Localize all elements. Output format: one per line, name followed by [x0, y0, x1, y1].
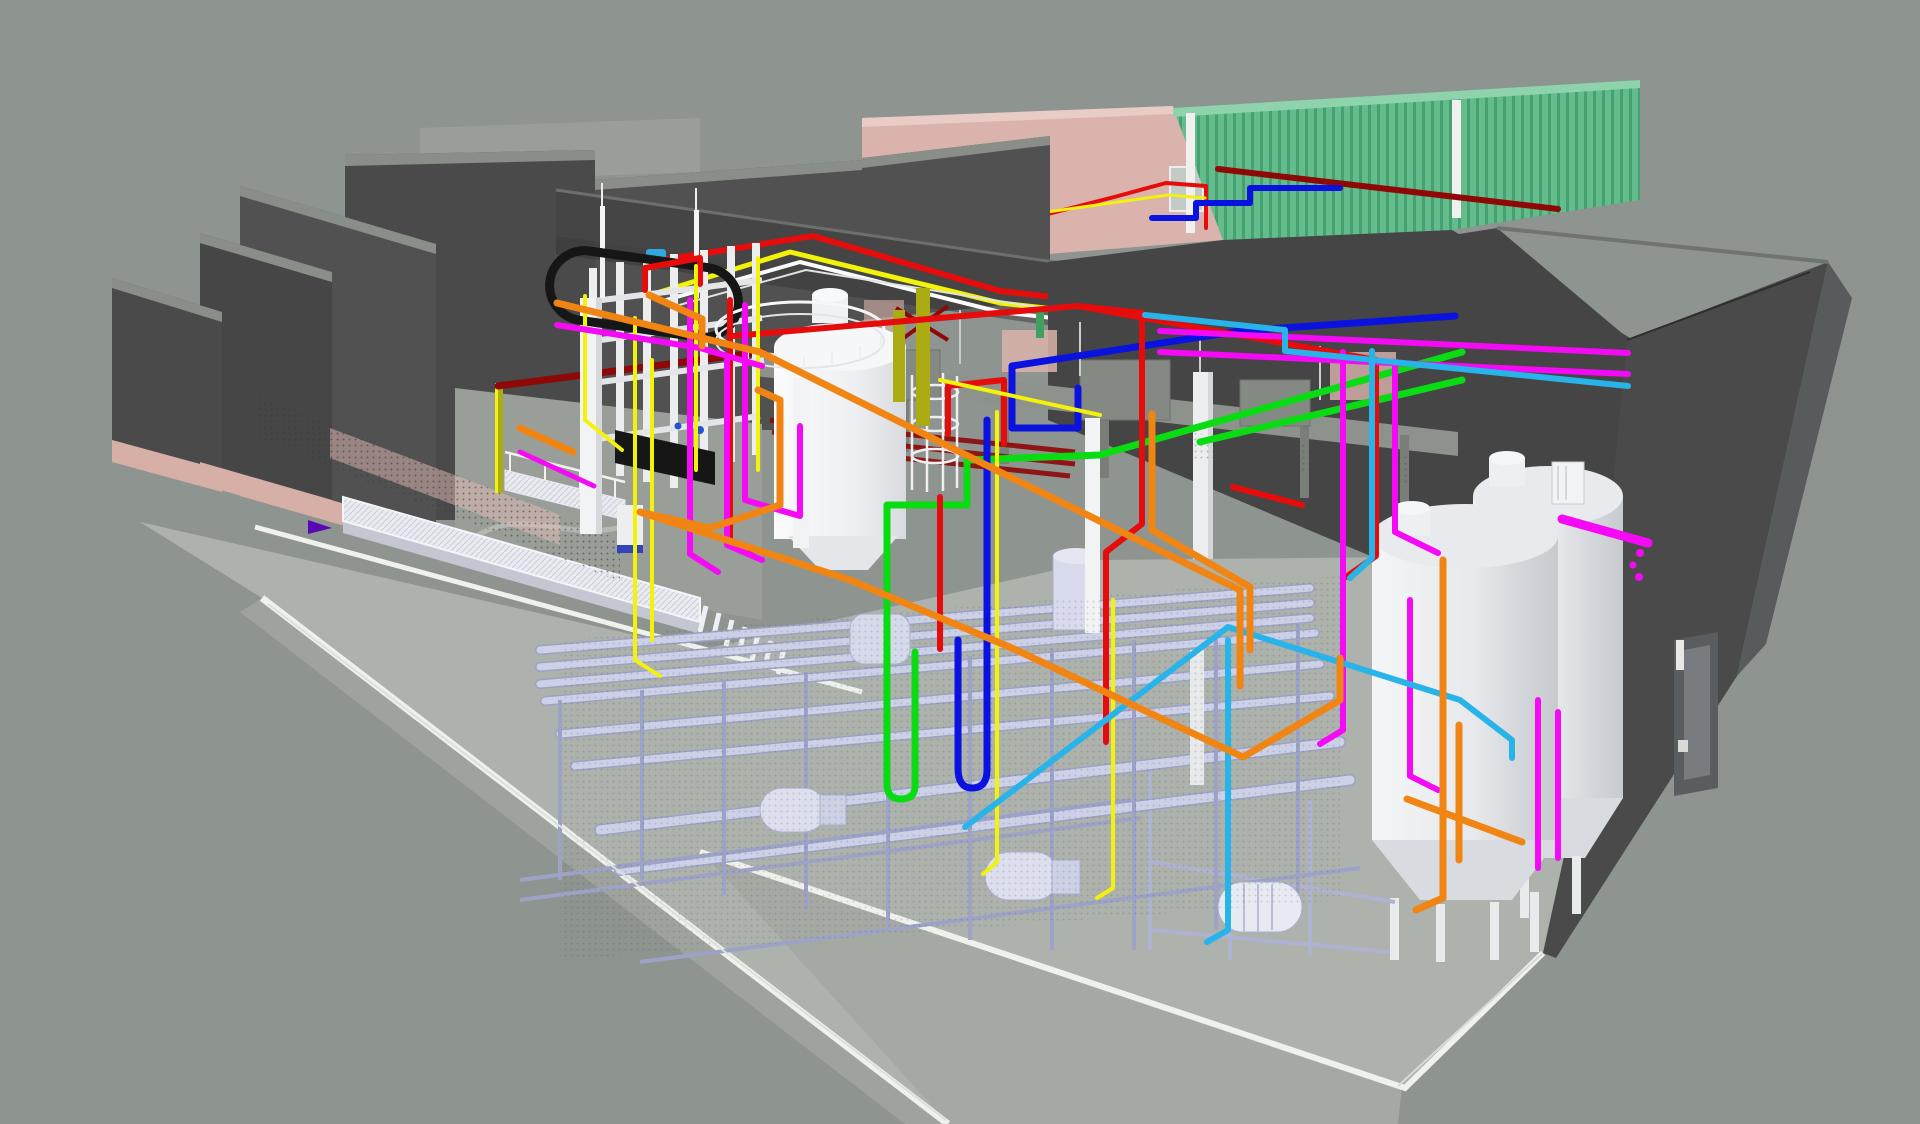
mixer-motor [1552, 462, 1584, 504]
olive-riser [916, 288, 930, 426]
cad-viewport[interactable] [0, 0, 1920, 1124]
equipment-box [1080, 360, 1170, 420]
valve-handle [675, 423, 682, 430]
green-strip [1036, 312, 1044, 338]
